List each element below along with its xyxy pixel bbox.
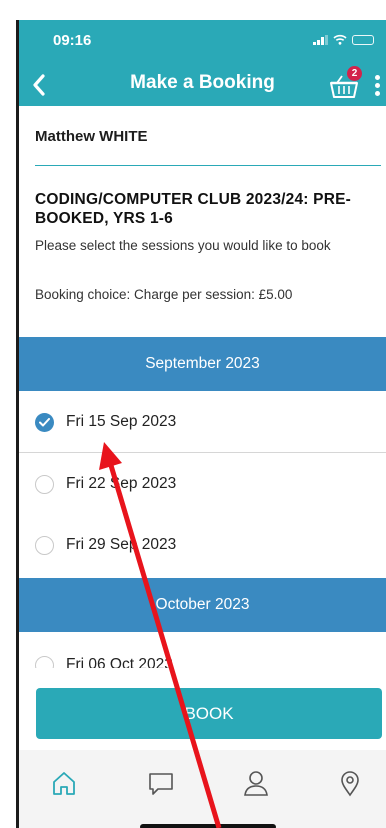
app-screen: 09:16 Make a Booking 2 Matthew WHITE COD… (0, 0, 386, 828)
chat-icon (149, 773, 173, 795)
location-pin-icon (341, 771, 359, 797)
booking-choice-text: Booking choice: Charge per session: £5.0… (35, 287, 293, 302)
more-dot (374, 74, 380, 80)
tab-location[interactable] (335, 768, 365, 798)
user-icon (244, 771, 268, 796)
status-time: 09:16 (53, 32, 92, 49)
instructions-text: Please select the sessions you would lik… (35, 238, 331, 253)
check-icon (39, 418, 50, 427)
basket-button[interactable]: 2 (328, 66, 362, 100)
book-button-container: BOOK (19, 668, 386, 740)
book-button[interactable]: BOOK (36, 688, 382, 739)
user-name: Matthew WHITE (35, 128, 148, 145)
more-dot (374, 90, 380, 96)
home-indicator (140, 824, 276, 828)
session-checkbox[interactable] (35, 536, 54, 555)
session-row[interactable]: Fri 22 Sep 2023 (19, 455, 386, 515)
session-date: Fri 22 Sep 2023 (66, 475, 177, 492)
status-icons (313, 34, 374, 45)
session-row[interactable]: Fri 15 Sep 2023 (19, 393, 386, 453)
club-title: CODING/COMPUTER CLUB 2023/24: PRE-BOOKED… (35, 191, 351, 227)
session-checkbox-checked[interactable] (35, 413, 54, 432)
session-date: Fri 15 Sep 2023 (66, 413, 177, 430)
app-bar: Make a Booking 2 (19, 64, 386, 106)
bottom-tab-bar (19, 750, 386, 828)
basket-count-badge: 2 (347, 66, 362, 81)
month-header-october: October 2023 (19, 578, 386, 632)
tab-home[interactable] (49, 768, 79, 798)
divider (35, 165, 381, 166)
status-bar: 09:16 (19, 20, 386, 64)
session-date: Fri 29 Sep 2023 (66, 536, 177, 553)
tab-messages[interactable] (146, 768, 176, 798)
more-dot (374, 82, 380, 88)
screenshot-border (16, 20, 19, 828)
session-row[interactable]: Fri 29 Sep 2023 (19, 516, 386, 576)
home-icon (53, 772, 75, 795)
more-options-button[interactable] (370, 70, 384, 100)
tab-profile[interactable] (241, 768, 271, 798)
signal-icon (313, 34, 328, 45)
battery-icon (352, 34, 374, 45)
session-checkbox[interactable] (35, 475, 54, 494)
month-header-september: September 2023 (19, 337, 386, 391)
wifi-icon (333, 34, 347, 45)
